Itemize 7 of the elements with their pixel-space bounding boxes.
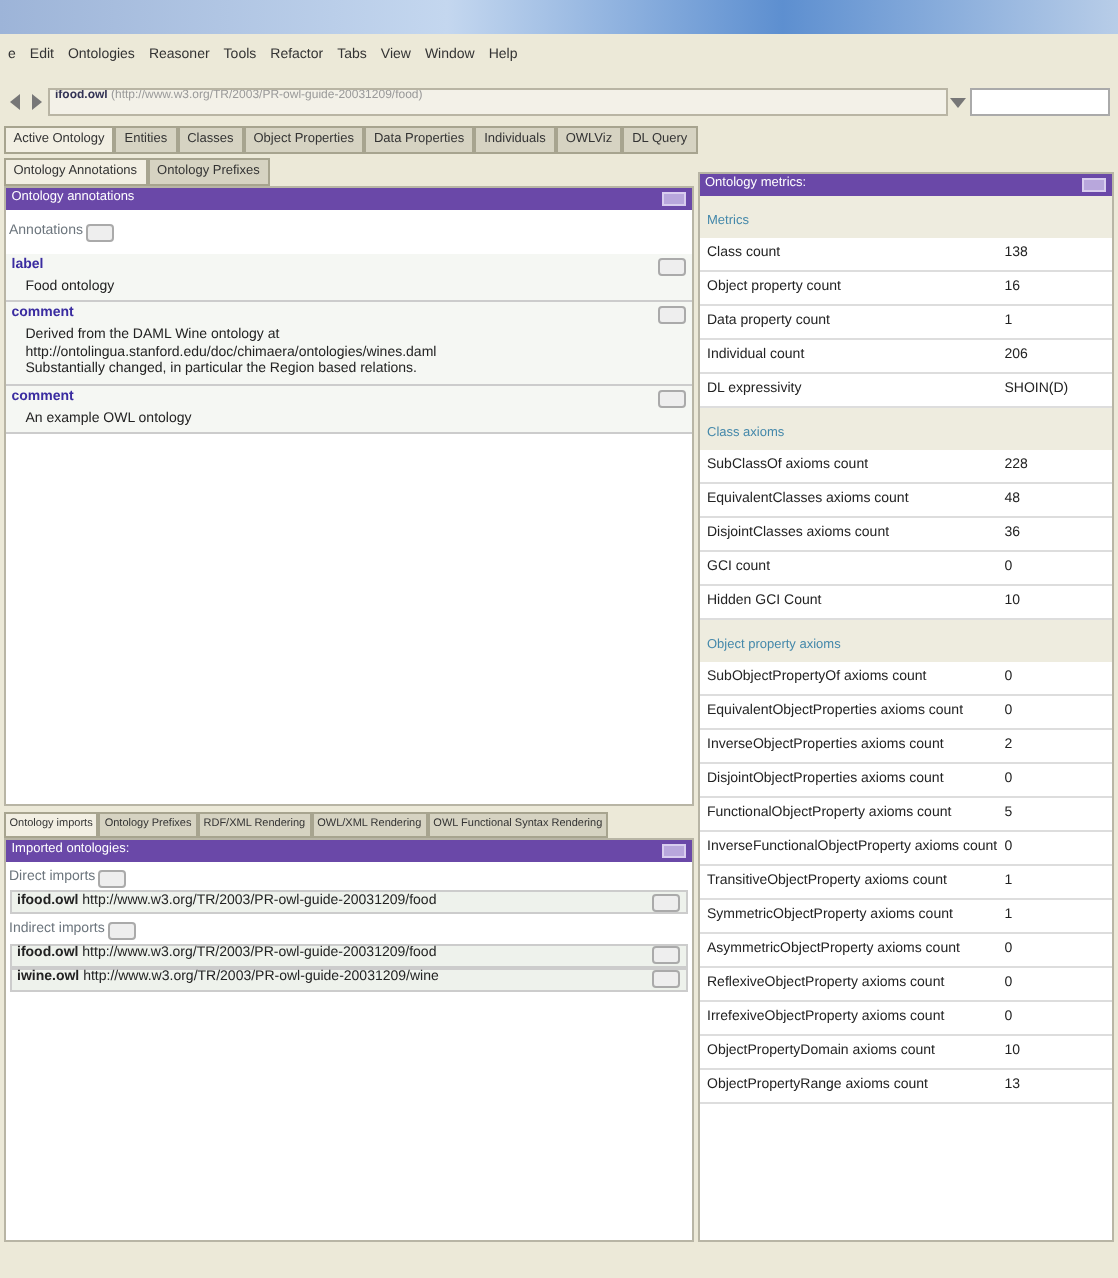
panel-button[interactable] [661,844,686,858]
forward-icon[interactable] [27,94,44,110]
back-icon[interactable] [8,94,24,110]
panel-button[interactable] [661,192,686,206]
dropdown-icon[interactable] [950,94,967,110]
panel-button[interactable] [1082,177,1107,192]
search-field[interactable] [970,88,1110,116]
